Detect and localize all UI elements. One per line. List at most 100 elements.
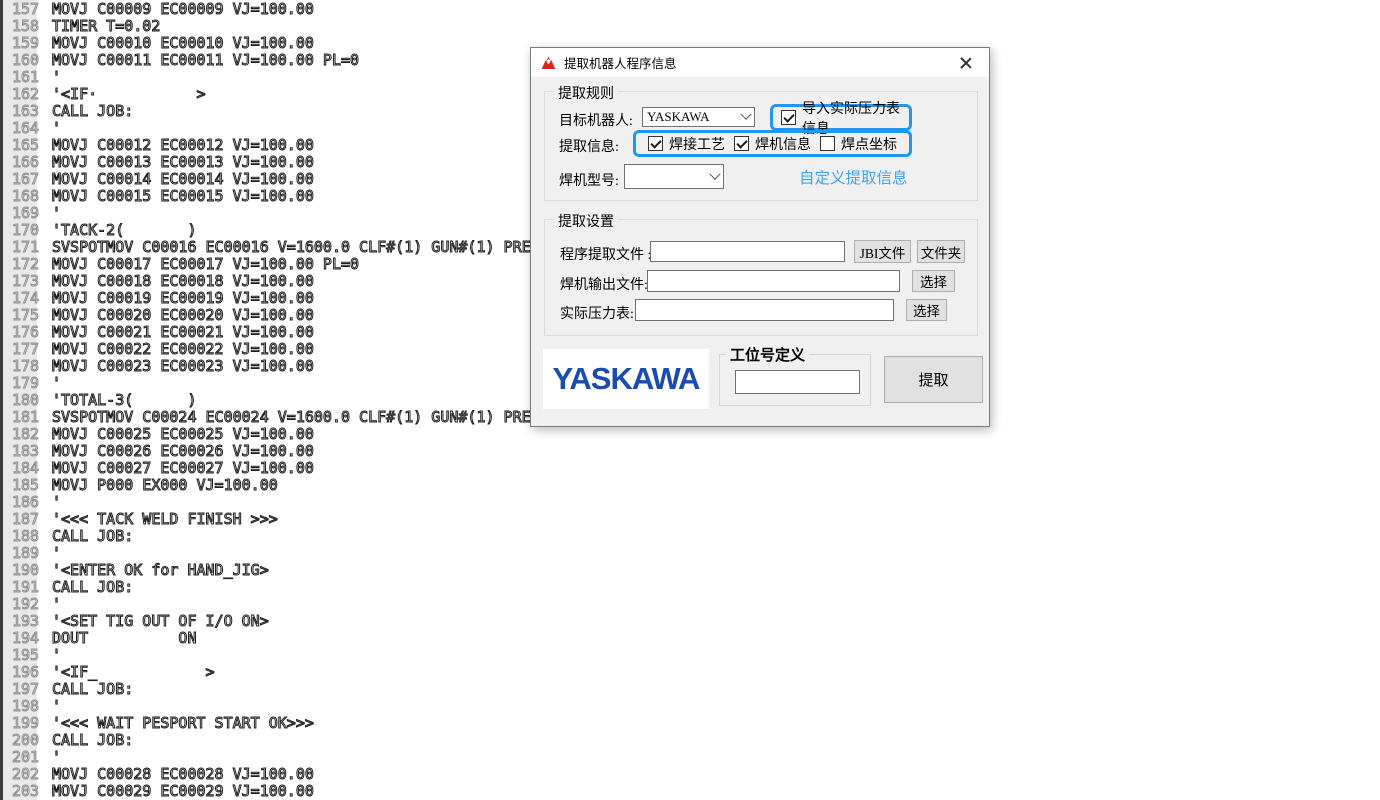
target-robot-select[interactable]: YASKAWA	[642, 107, 755, 127]
line-number: 177	[0, 341, 37, 358]
code-text: MOVJ C00026 EC00026 VJ=100.00	[37, 443, 314, 460]
line-number: 161	[0, 69, 37, 86]
welder-output-input[interactable]	[647, 270, 900, 292]
target-robot-label: 目标机器人:	[559, 110, 633, 130]
dialog-titlebar[interactable]: 提取机器人程序信息	[531, 48, 989, 77]
chevron-down-icon	[709, 168, 720, 179]
code-text: MOVJ C00020 EC00020 VJ=100.00	[37, 307, 314, 324]
station-number-input[interactable]	[735, 370, 860, 394]
line-number: 175	[0, 307, 37, 324]
welder-info-label: 焊机信息	[755, 134, 811, 154]
close-button[interactable]	[950, 50, 980, 76]
code-text: MOVJ C00027 EC00027 VJ=100.00	[37, 460, 314, 477]
welder-model-select[interactable]	[624, 164, 724, 189]
code-text: MOVJ C00029 EC00029 VJ=100.00	[37, 783, 314, 800]
checkbox-icon[interactable]	[734, 136, 749, 151]
code-line: 197CALL JOB:	[0, 681, 1380, 698]
pressure-table-select-button[interactable]: 选择	[906, 299, 947, 321]
weld-point-checkbox[interactable]: 焊点坐标	[820, 134, 897, 154]
line-number: 172	[0, 256, 37, 273]
code-line: 184MOVJ C00027 EC00027 VJ=100.00	[0, 460, 1380, 477]
code-text: 'TOTAL-3( )	[37, 392, 197, 409]
line-number: 182	[0, 426, 37, 443]
weld-point-label: 焊点坐标	[841, 134, 897, 154]
line-number: 166	[0, 154, 37, 171]
line-number: 188	[0, 528, 37, 545]
weld-process-label: 焊接工艺	[669, 134, 725, 154]
code-text: '<<< WAIT PESPORT START OK>>>	[37, 715, 314, 732]
extract-info-label: 提取信息:	[559, 136, 619, 156]
line-number: 183	[0, 443, 37, 460]
code-text: MOVJ P000 EX000 VJ=100.00	[37, 477, 278, 494]
jbi-file-button[interactable]: JBI文件	[854, 240, 911, 263]
program-file-label: 程序提取文件 :	[560, 244, 651, 264]
checkbox-icon[interactable]	[820, 136, 835, 151]
code-text: DOUT ON	[37, 630, 197, 647]
line-number: 164	[0, 120, 37, 137]
code-text: '	[37, 120, 61, 137]
line-number: 187	[0, 511, 37, 528]
chevron-down-icon	[740, 109, 751, 120]
welder-info-checkbox[interactable]: 焊机信息	[734, 134, 811, 154]
code-line: 183MOVJ C00026 EC00026 VJ=100.00	[0, 443, 1380, 460]
line-number: 184	[0, 460, 37, 477]
code-text: MOVJ C00023 EC00023 VJ=100.00	[37, 358, 314, 375]
code-text: MOVJ C00019 EC00019 VJ=100.00	[37, 290, 314, 307]
code-line: 186'	[0, 494, 1380, 511]
code-line: 158TIMER T=0.02	[0, 18, 1380, 35]
line-number: 165	[0, 137, 37, 154]
code-text: '	[37, 596, 61, 613]
line-number: 199	[0, 715, 37, 732]
line-number: 193	[0, 613, 37, 630]
code-line: 187'<<< TACK WELD FINISH >>>	[0, 511, 1380, 528]
line-number: 170	[0, 222, 37, 239]
code-line: 192'	[0, 596, 1380, 613]
code-line: 200CALL JOB:	[0, 732, 1380, 749]
code-text: '	[37, 647, 61, 664]
target-robot-value: YASKAWA	[647, 109, 710, 125]
line-number: 198	[0, 698, 37, 715]
code-text: '	[37, 69, 61, 86]
folder-button[interactable]: 文件夹	[917, 240, 965, 263]
code-text: '	[37, 375, 61, 392]
line-number: 190	[0, 562, 37, 579]
code-line: 194DOUT ON	[0, 630, 1380, 647]
line-number: 176	[0, 324, 37, 341]
line-number: 174	[0, 290, 37, 307]
line-number: 168	[0, 188, 37, 205]
code-line: 185MOVJ P000 EX000 VJ=100.00	[0, 477, 1380, 494]
checkbox-icon[interactable]	[648, 136, 663, 151]
line-number: 178	[0, 358, 37, 375]
line-number: 191	[0, 579, 37, 596]
code-line: 198'	[0, 698, 1380, 715]
checkbox-icon[interactable]	[781, 110, 796, 125]
line-number: 173	[0, 273, 37, 290]
line-number: 192	[0, 596, 37, 613]
line-number: 158	[0, 18, 37, 35]
line-number: 200	[0, 732, 37, 749]
code-text: '	[37, 494, 61, 511]
code-text: MOVJ C00010 EC00010 VJ=100.00	[37, 35, 314, 52]
code-line: 195'	[0, 647, 1380, 664]
code-text: MOVJ C00028 EC00028 VJ=100.00	[37, 766, 314, 783]
weld-process-checkbox[interactable]: 焊接工艺	[648, 134, 725, 154]
code-line: 188CALL JOB:	[0, 528, 1380, 545]
yaskawa-logo: YASKAWA	[543, 349, 709, 409]
info-checkboxes-highlight: 焊接工艺 焊机信息 焊点坐标	[633, 130, 912, 157]
pressure-table-input[interactable]	[635, 299, 894, 321]
code-text: 'TACK-2( )	[37, 222, 197, 239]
line-number: 159	[0, 35, 37, 52]
welder-output-select-button[interactable]: 选择	[912, 270, 955, 292]
code-line: 182MOVJ C00025 EC00025 VJ=100.00	[0, 426, 1380, 443]
code-line: 202MOVJ C00028 EC00028 VJ=100.00	[0, 766, 1380, 783]
code-line: 190'<ENTER OK for HAND_JIG>	[0, 562, 1380, 579]
extract-button[interactable]: 提取	[884, 356, 983, 403]
code-text: MOVJ C00017 EC00017 VJ=100.00 PL=0	[37, 256, 359, 273]
station-number-legend: 工位号定义	[726, 344, 809, 365]
program-file-input[interactable]	[650, 241, 845, 262]
custom-extract-link[interactable]: 自定义提取信息	[799, 166, 908, 188]
station-number-group: 工位号定义	[719, 354, 871, 406]
code-text: CALL JOB:	[37, 732, 133, 749]
line-number: 157	[0, 1, 37, 18]
code-text: '<IF· >	[37, 86, 206, 103]
